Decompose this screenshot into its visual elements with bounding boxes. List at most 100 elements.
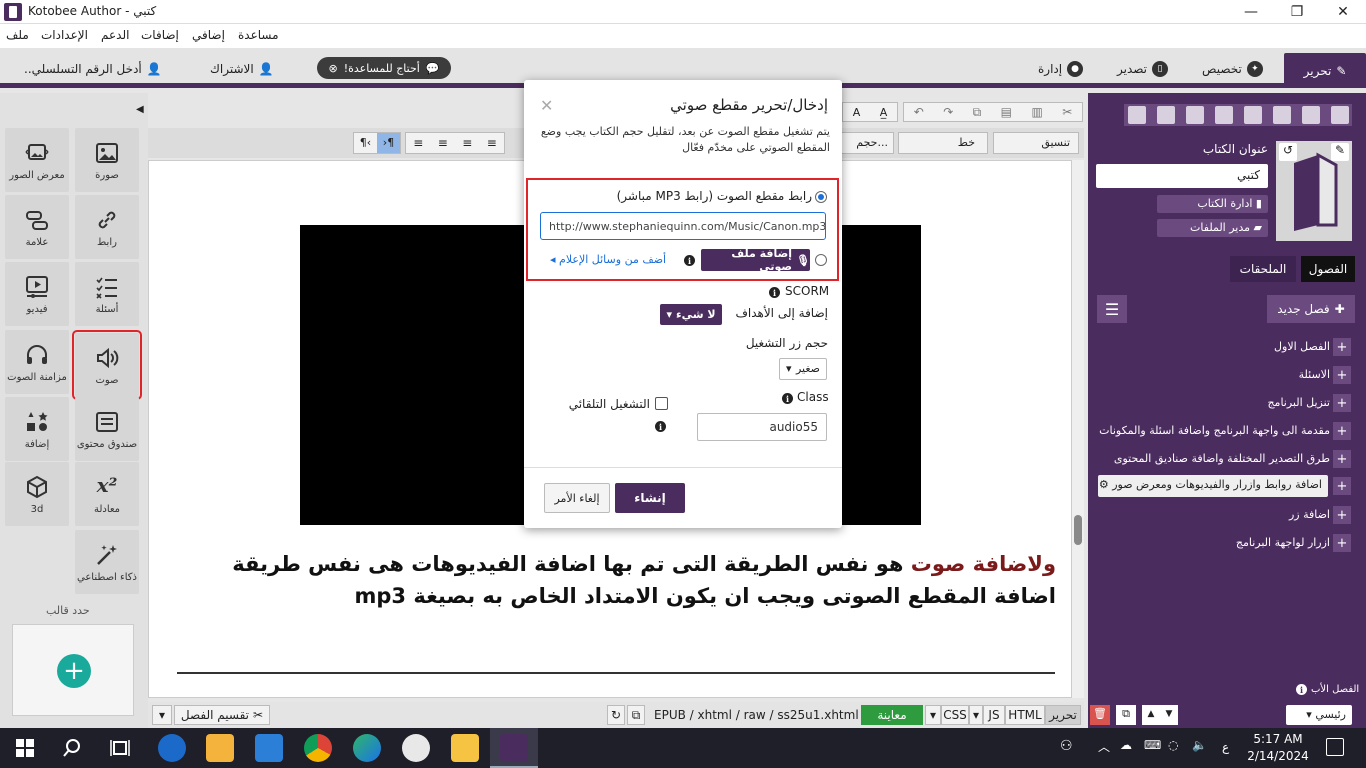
align-right-icon[interactable]: ≡ xyxy=(438,136,448,150)
close-button[interactable]: ✕ xyxy=(1320,0,1366,24)
html-button[interactable]: HTML xyxy=(1005,705,1045,725)
chapter-item[interactable]: الفصل الاول xyxy=(1092,337,1330,359)
tool-questions[interactable]: أسئلة xyxy=(75,262,139,326)
editor-scrollbar[interactable] xyxy=(1072,160,1084,698)
menu-addons[interactable]: إضافات xyxy=(141,28,179,42)
clock[interactable]: 5:17 AM 2/14/2024 xyxy=(1238,731,1318,765)
add-subchapter-icon[interactable]: + xyxy=(1333,338,1351,356)
tool-ai[interactable]: ذكاء اصطناعي xyxy=(75,530,139,594)
parent-chapter-select[interactable]: رئيسي ▾ xyxy=(1286,705,1352,725)
tool-content-box[interactable]: صندوق محتوى xyxy=(75,397,139,461)
file-radio[interactable] xyxy=(815,254,827,266)
align-center-icon[interactable]: ≡ xyxy=(462,136,472,150)
network-icon[interactable]: ☁ xyxy=(1120,738,1132,752)
new-file-icon[interactable] xyxy=(1331,106,1349,124)
tool-gallery[interactable]: معرض الصور xyxy=(5,128,69,192)
chapter-item[interactable]: الاسئلة xyxy=(1092,365,1330,387)
file-explorer-icon[interactable] xyxy=(451,734,479,762)
chrome-icon[interactable] xyxy=(304,734,332,762)
subscribe-button[interactable]: 👤 الاشتراك xyxy=(210,56,274,82)
menu-settings[interactable]: الإعدادات xyxy=(41,28,88,42)
app-icon[interactable] xyxy=(402,734,430,762)
delete-icon[interactable]: 🗑 xyxy=(1090,705,1110,725)
store-icon[interactable] xyxy=(206,734,234,762)
tab-customize[interactable]: ✦ تخصيص xyxy=(1202,56,1263,82)
tool-3d[interactable]: 3d xyxy=(5,462,69,526)
add-subchapter-icon[interactable]: + xyxy=(1333,366,1351,384)
move-down-icon[interactable]: ▼ xyxy=(1160,705,1178,725)
task-view-icon[interactable] xyxy=(110,738,130,758)
font-select[interactable]: خط xyxy=(898,132,988,154)
import-icon[interactable] xyxy=(1215,106,1233,124)
gear-icon[interactable]: ⚙ xyxy=(1099,478,1109,491)
close-icon[interactable]: ⊗ xyxy=(328,62,337,75)
web-icon[interactable] xyxy=(1128,106,1146,124)
chapter-item[interactable]: تنزيل البرنامج xyxy=(1092,393,1330,415)
help-button[interactable]: 💬 أحتاج للمساعدة! ⊗ xyxy=(317,57,451,79)
book-title-input[interactable]: كتبي xyxy=(1096,164,1268,188)
reset-cover-icon[interactable]: ↺ xyxy=(1279,143,1297,161)
serial-button[interactable]: 👤 أدخل الرقم التسلسلي.. xyxy=(24,56,162,82)
tool-marker[interactable]: علامة xyxy=(5,195,69,259)
css-button[interactable]: CSS xyxy=(941,705,969,725)
class-input[interactable]: audio55 xyxy=(697,413,827,441)
search-icon[interactable] xyxy=(62,738,82,758)
text-color-icon[interactable]: A xyxy=(853,106,861,119)
cut-icon[interactable]: ✂ xyxy=(1062,105,1072,119)
add-subchapter-icon[interactable]: + xyxy=(1333,506,1351,524)
menu-help[interactable]: مساعدة xyxy=(238,28,279,42)
menu-support[interactable]: الدعم xyxy=(101,28,129,42)
mail-icon[interactable] xyxy=(255,734,283,762)
new-chapter-button[interactable]: ✚ فصل جديد xyxy=(1267,295,1355,323)
tool-image[interactable]: صورة xyxy=(75,128,139,192)
language-indicator[interactable]: ع xyxy=(1222,740,1229,754)
tab-export[interactable]: ▯ تصدير xyxy=(1117,56,1169,82)
tool-add[interactable]: إضافة xyxy=(5,397,69,461)
tab-edit[interactable]: ✎ تحرير xyxy=(1284,53,1366,88)
people-icon[interactable]: ⚇ xyxy=(1060,738,1073,754)
keyboard-icon[interactable]: ⌨ xyxy=(1144,738,1161,752)
redo-icon[interactable]: ↷ xyxy=(943,105,953,119)
create-button[interactable]: إنشاء xyxy=(615,483,685,513)
volume-icon[interactable]: 🔈 xyxy=(1192,738,1207,752)
save-icon[interactable] xyxy=(1273,106,1291,124)
css-dropdown[interactable]: ▾ xyxy=(969,705,983,725)
scrollbar-thumb[interactable] xyxy=(1074,515,1082,545)
audio-url-input[interactable]: http://www.stephaniequinn.com/Music/Cano… xyxy=(540,212,826,240)
dialog-close-button[interactable]: ✕ xyxy=(540,96,553,115)
tool-audio[interactable]: صوت xyxy=(72,330,142,400)
chapter-item-active[interactable]: اضافة روابط وازرار والفيديوهات ومعرض صور… xyxy=(1098,475,1328,497)
copy-icon[interactable]: ⧉ xyxy=(973,105,982,120)
tab-attachments[interactable]: الملحقات xyxy=(1230,256,1296,282)
windows-start-icon[interactable] xyxy=(16,739,34,757)
edit-mode-button[interactable]: تحرير xyxy=(1045,705,1081,725)
add-template-button[interactable]: + xyxy=(57,654,91,688)
undo-icon[interactable]: ↶ xyxy=(914,105,924,119)
add-from-media-link[interactable]: أضف من وسائل الإعلام ◂ xyxy=(550,253,666,266)
url-radio[interactable] xyxy=(815,191,827,203)
tool-equation[interactable]: x² معادلة xyxy=(75,462,139,526)
split-chapter-button[interactable]: ✂ تقسيم الفصل xyxy=(174,705,270,725)
align-left-icon[interactable]: ≡ xyxy=(487,136,497,150)
preview-button[interactable]: معاينة xyxy=(861,705,923,725)
text-bg-icon[interactable]: A̲ xyxy=(880,106,888,119)
chapter-paragraph[interactable]: ولاضافة صوت هو نفس الطريقة التى تم بها ا… xyxy=(180,548,1056,612)
tool-audio-sync[interactable]: مزامنة الصوت xyxy=(5,330,69,394)
refresh-icon[interactable]: ↻ xyxy=(607,705,625,725)
add-subchapter-icon[interactable]: + xyxy=(1333,422,1351,440)
chapter-item[interactable]: ازرار لواجهة البرنامج xyxy=(1092,533,1330,555)
goals-dropdown[interactable]: لا شيء ▾ xyxy=(660,304,722,325)
menu-icon[interactable]: ☰ xyxy=(1097,295,1127,323)
cancel-button[interactable]: إلغاء الأمر xyxy=(544,483,610,513)
notifications-icon[interactable] xyxy=(1326,738,1344,756)
menu-file[interactable]: ملف xyxy=(6,28,29,42)
chapter-item[interactable]: طرق التصدير المختلفة واضافة صناديق المحت… xyxy=(1092,449,1330,471)
duplicate-icon[interactable]: ⧉ xyxy=(1116,705,1136,725)
format-select[interactable]: تنسيق xyxy=(993,132,1079,154)
copy-path-icon[interactable]: ⧉ xyxy=(627,705,645,725)
file-manager-button[interactable]: ▰ مدير الملفات xyxy=(1157,219,1268,237)
button-size-select[interactable]: صغير ▾ xyxy=(779,358,827,380)
chevron-up-icon[interactable]: ︿ xyxy=(1098,738,1110,755)
menu-extra[interactable]: إضافي xyxy=(192,28,225,42)
pdf-icon[interactable] xyxy=(1186,106,1204,124)
